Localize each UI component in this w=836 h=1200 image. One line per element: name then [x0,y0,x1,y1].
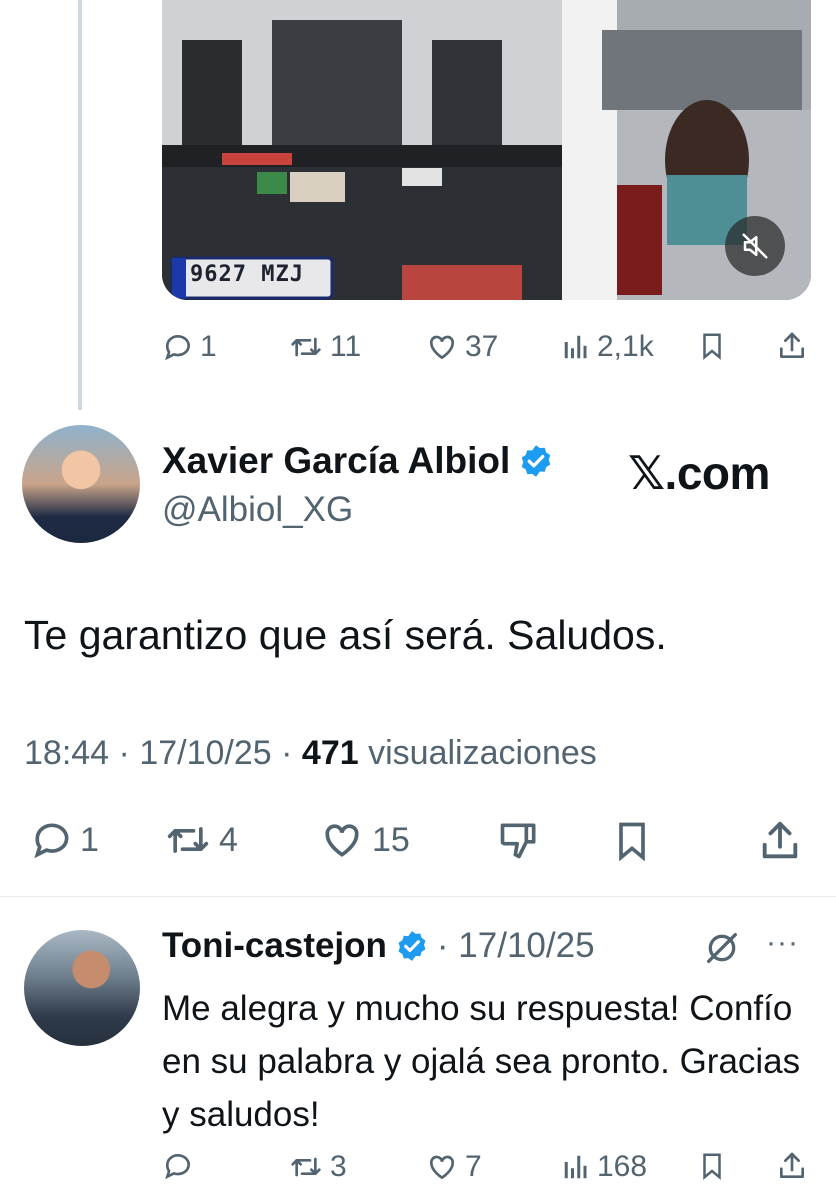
reply-button[interactable]: 1 [24,818,99,862]
reply-button[interactable] [162,1150,194,1182]
analytics-icon [561,332,591,362]
share-icon [776,1150,808,1182]
share-icon [776,330,808,362]
share-button[interactable] [776,330,808,362]
heart-icon [425,331,459,363]
bookmark-button[interactable] [610,818,654,864]
like-count: 15 [372,820,410,859]
separator: · [118,734,130,772]
share-button[interactable] [776,1150,808,1182]
license-plate-text: 9627 MZJ [190,262,304,287]
reply-button[interactable]: 1 [162,330,217,364]
separator: · [281,734,293,772]
bookmark-icon [697,330,727,362]
grok-button[interactable] [702,928,742,968]
reply-text: Me alegra y mucho su respuesta! Confío e… [162,989,801,1134]
tweet-metadata: 18:44 · 17/10/25 · 471 visualizaciones [24,734,597,773]
reply-count: 1 [80,820,99,859]
mute-button[interactable] [725,216,785,276]
verified-badge-icon [518,443,554,479]
like-count: 7 [465,1150,482,1183]
view-count: 2,1k [597,330,654,363]
bookmark-button[interactable] [697,1150,727,1182]
reply-icon [162,331,194,363]
avatar[interactable] [22,425,140,543]
like-count: 37 [465,330,499,363]
views-button[interactable]: 2,1k [561,330,654,364]
view-count: 168 [597,1150,648,1183]
speaker-muted-icon [740,231,770,261]
video-frame [162,0,811,300]
repost-count: 4 [219,820,238,859]
reply-count: 1 [200,330,217,363]
repost-button[interactable]: 3 [288,1150,347,1184]
reply-author-name[interactable]: Toni-castejon [162,926,387,966]
heart-icon [318,818,366,862]
like-button[interactable]: 37 [425,330,498,364]
reply-date[interactable]: · 17/10/25 [437,926,595,966]
x-com-watermark: 𝕏.com [628,447,770,499]
repost-button[interactable]: 11 [288,330,361,364]
share-button[interactable] [756,818,804,864]
like-button[interactable]: 7 [425,1150,482,1184]
reply-icon [30,818,74,862]
reply-actions: 3 7 168 [0,1150,836,1190]
author-name-row[interactable]: Xavier García Albiol [162,440,554,482]
analytics-icon [561,1152,591,1182]
repost-count: 3 [330,1150,347,1183]
author-handle[interactable]: @Albiol_XG [162,490,353,530]
repost-icon [288,331,324,363]
verified-badge-icon [395,929,429,963]
avatar[interactable] [24,930,140,1046]
grok-icon [702,928,742,968]
views-label[interactable]: visualizaciones [368,734,597,772]
thumbs-down-icon [496,818,542,862]
tweet-date[interactable]: 17/10/25 [139,734,271,772]
parent-tweet-actions: 1 11 37 2,1k [0,330,836,370]
repost-icon [163,818,213,862]
repost-button[interactable]: 4 [163,818,238,862]
share-icon [756,818,804,864]
views-button[interactable]: 168 [561,1150,647,1184]
main-tweet-actions: 1 4 15 [0,818,836,872]
bookmark-icon [610,818,654,864]
tweet-time[interactable]: 18:44 [24,734,109,772]
repost-icon [288,1151,324,1183]
heart-icon [425,1151,459,1183]
dislike-button[interactable] [496,818,542,862]
reply-author-row: Toni-castejon · 17/10/25 [162,926,595,966]
reply-icon [162,1150,194,1182]
views-count[interactable]: 471 [302,734,359,772]
divider [0,896,836,897]
like-button[interactable]: 15 [318,818,410,862]
repost-count: 11 [330,330,362,363]
bookmark-icon [697,1150,727,1182]
author-name[interactable]: Xavier García Albiol [162,440,510,482]
bookmark-button[interactable] [697,330,727,362]
more-options-button[interactable]: ··· [766,926,799,960]
tweet-video[interactable]: 9627 MZJ [162,0,811,300]
tweet-text: Te garantizo que así será. Saludos. [24,612,667,658]
